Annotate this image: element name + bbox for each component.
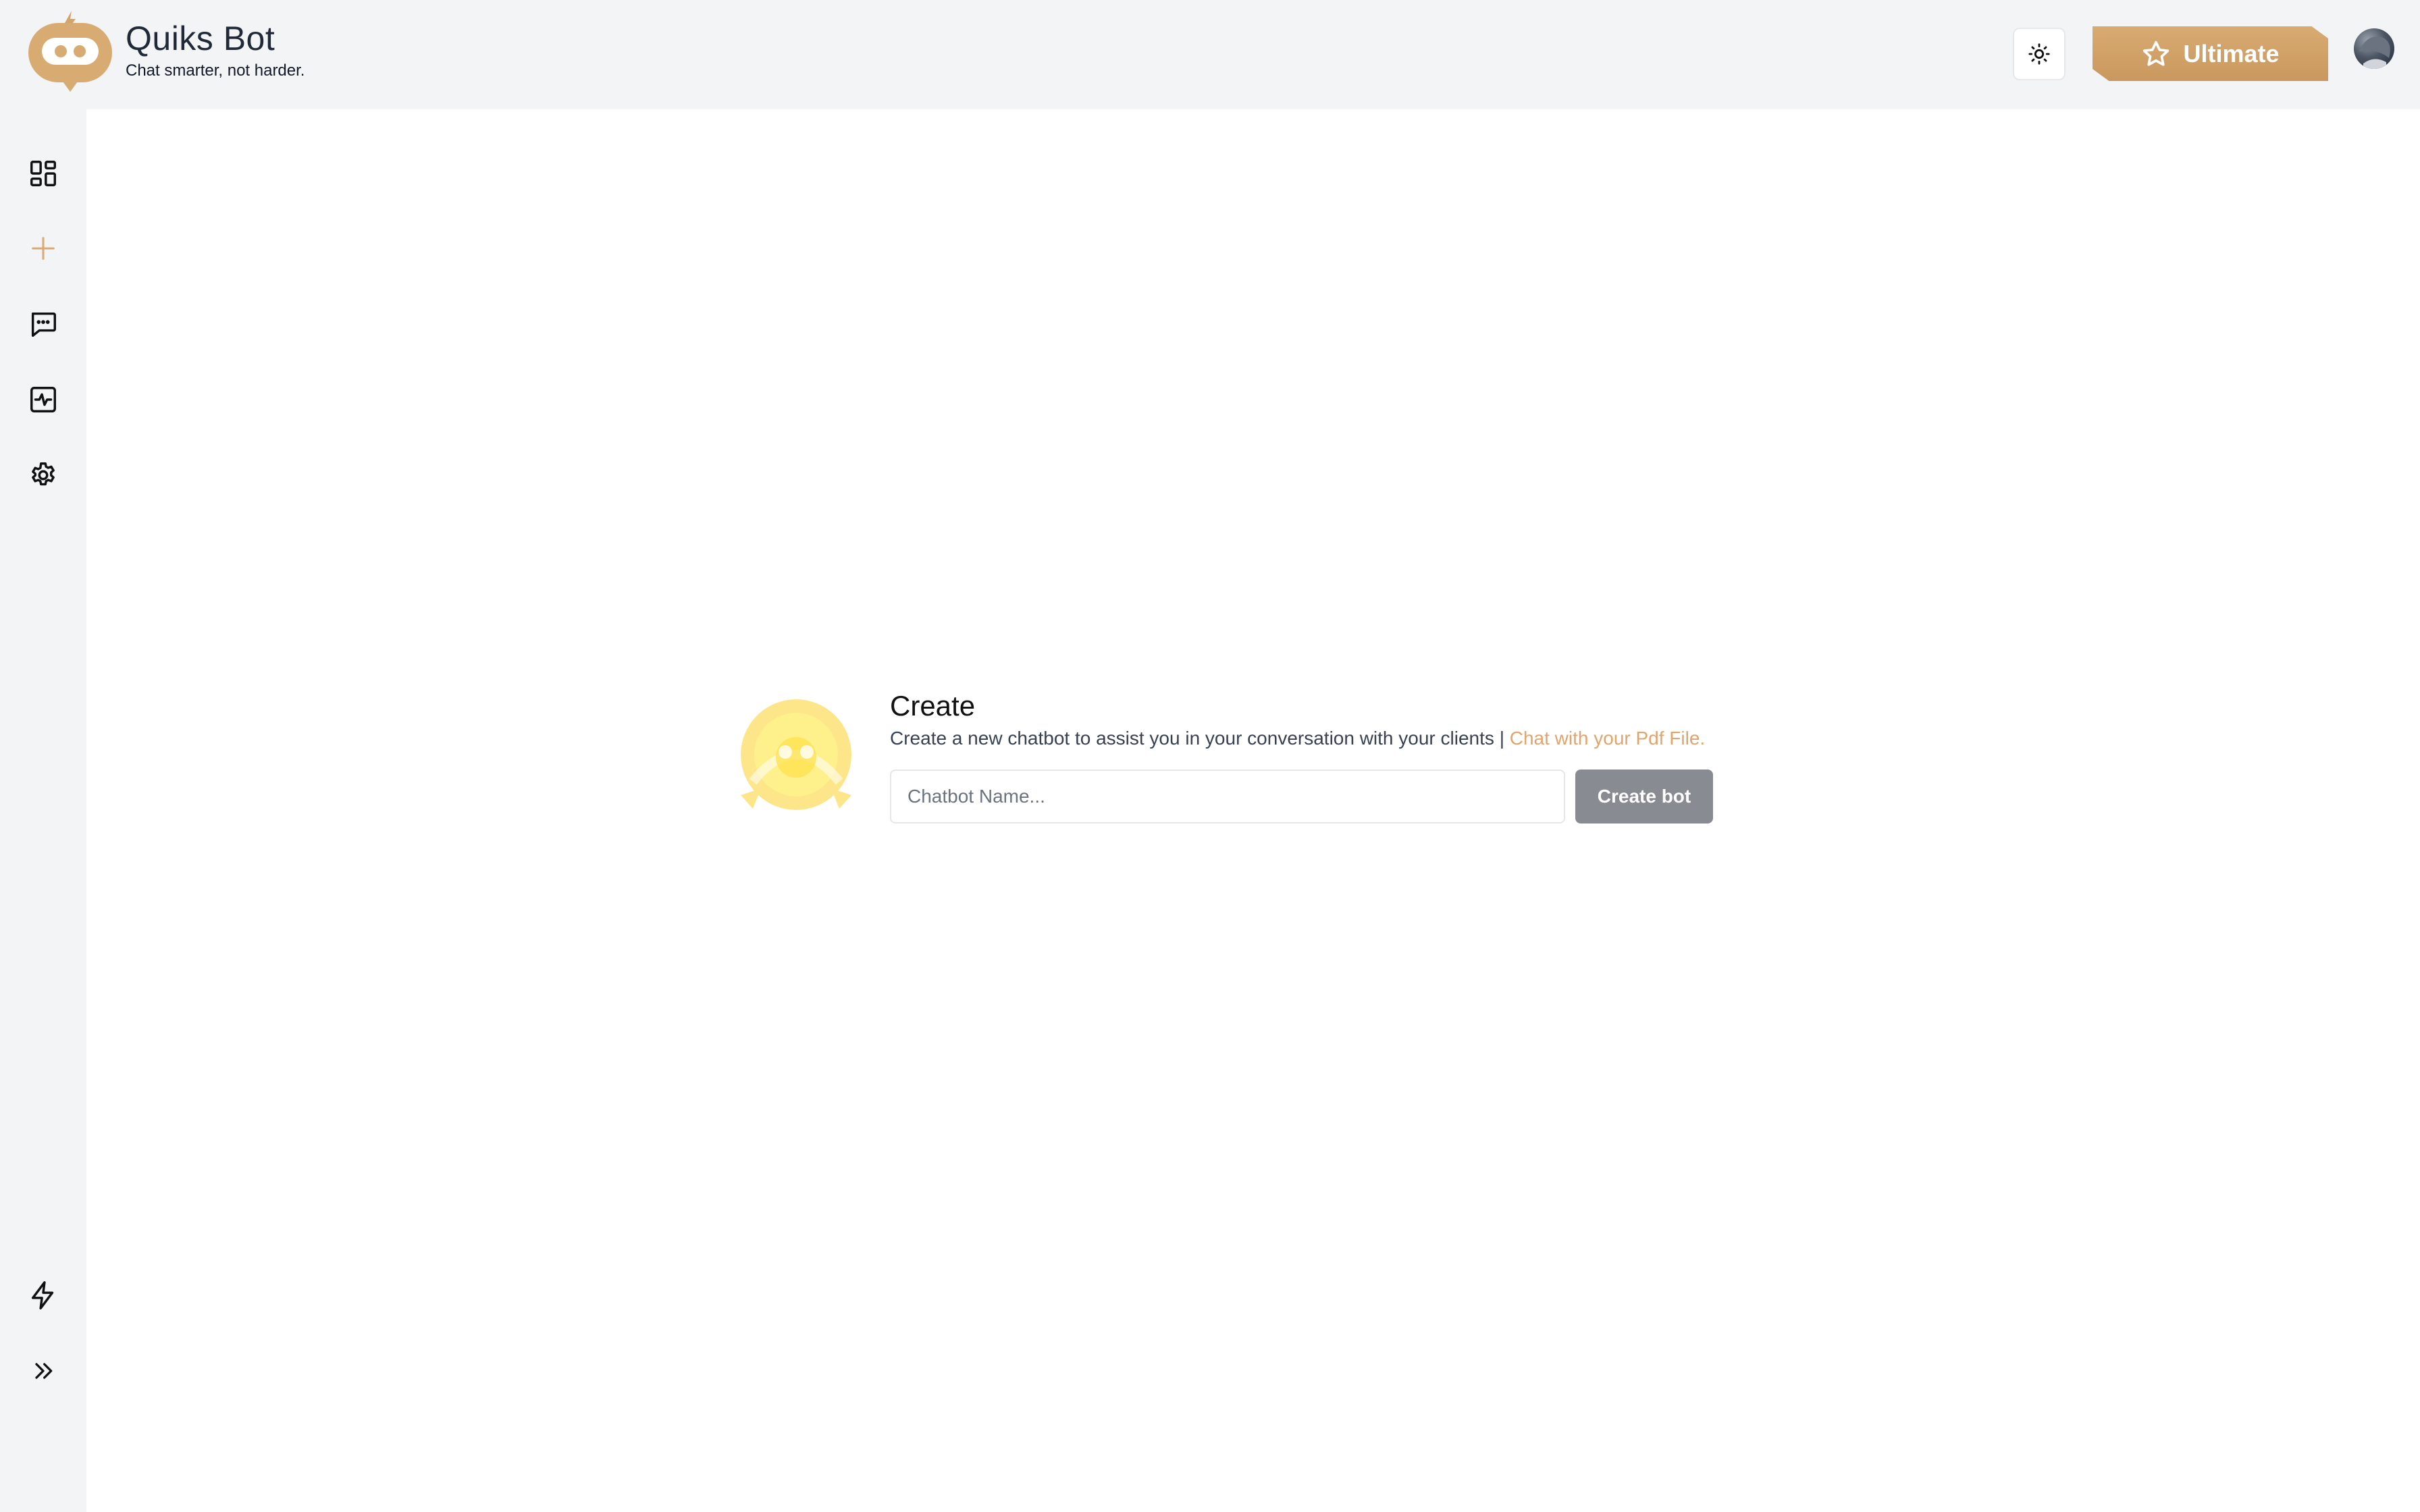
ultimate-upgrade-button[interactable]: Ultimate (2093, 26, 2328, 81)
chat-with-pdf-link[interactable]: Chat with your Pdf File. (1510, 728, 1705, 749)
theme-toggle-button[interactable] (2013, 28, 2066, 80)
gear-icon (32, 462, 55, 486)
plus-icon (32, 237, 55, 260)
sidebar-item-dashboard[interactable] (16, 146, 70, 200)
chatbot-name-input[interactable] (890, 770, 1565, 824)
dashboard-grid-icon (30, 161, 56, 186)
ultimate-label: Ultimate (2183, 39, 2280, 68)
create-bot-panel: Create Create a new chatbot to assist yo… (726, 682, 1718, 830)
create-description-text: Create a new chatbot to assist you in yo… (890, 728, 1494, 749)
bot-illustration-icon (741, 699, 851, 810)
robot-logo-icon (28, 11, 112, 92)
sun-icon (2028, 43, 2050, 65)
sidebar-item-settings[interactable] (16, 448, 70, 502)
top-header: Quiks Bot Chat smarter, not harder. Ulti… (0, 0, 2420, 109)
brand-tagline: Chat smarter, not harder. (126, 61, 305, 80)
sidebar-item-create[interactable] (16, 221, 70, 275)
create-title: Create (890, 690, 976, 722)
brand-title: Quiks Bot (126, 20, 275, 57)
star-icon (2143, 40, 2169, 66)
activity-icon (30, 387, 56, 412)
user-avatar[interactable] (2354, 28, 2394, 69)
sidebar-nav (0, 109, 86, 1512)
sidebar-item-analytics[interactable] (16, 373, 70, 427)
lightning-icon (31, 1281, 54, 1310)
sidebar-item-chats[interactable] (16, 297, 70, 351)
create-bot-button[interactable]: Create bot (1575, 770, 1713, 824)
description-separator: | (1499, 728, 1504, 749)
create-description: Create a new chatbot to assist you in yo… (890, 728, 1705, 749)
brand[interactable]: Quiks Bot Chat smarter, not harder. (26, 9, 305, 92)
sidebar-item-expand[interactable] (16, 1344, 70, 1398)
chat-bubble-icon (31, 312, 56, 337)
sidebar-item-upgrade[interactable] (16, 1268, 70, 1322)
avatar-image (2359, 36, 2390, 69)
double-chevron-right-icon (35, 1363, 53, 1379)
